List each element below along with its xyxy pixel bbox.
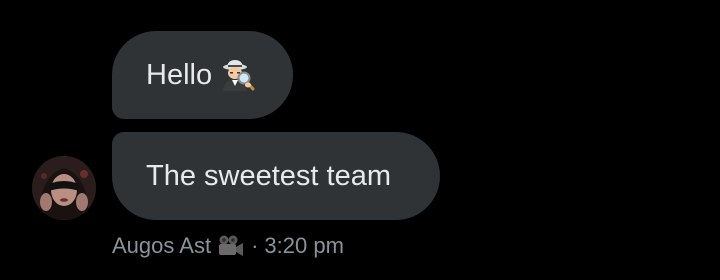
movie-camera-icon (217, 234, 245, 258)
message-timestamp: 3:20 pm (264, 233, 344, 258)
message-text: The sweetest team (146, 159, 391, 192)
message-meta: Augos Ast · 3:20 pm (112, 233, 344, 259)
sender-name[interactable]: Augos Ast (112, 233, 211, 259)
detective-emoji-icon (220, 58, 256, 92)
message-text: Hello (146, 58, 213, 91)
message-bubble-hello[interactable]: Hello (112, 31, 293, 119)
message-bubble-sweetest-team[interactable]: The sweetest team (112, 132, 440, 220)
avatar[interactable] (32, 156, 96, 220)
meta-separator: · (251, 233, 259, 258)
